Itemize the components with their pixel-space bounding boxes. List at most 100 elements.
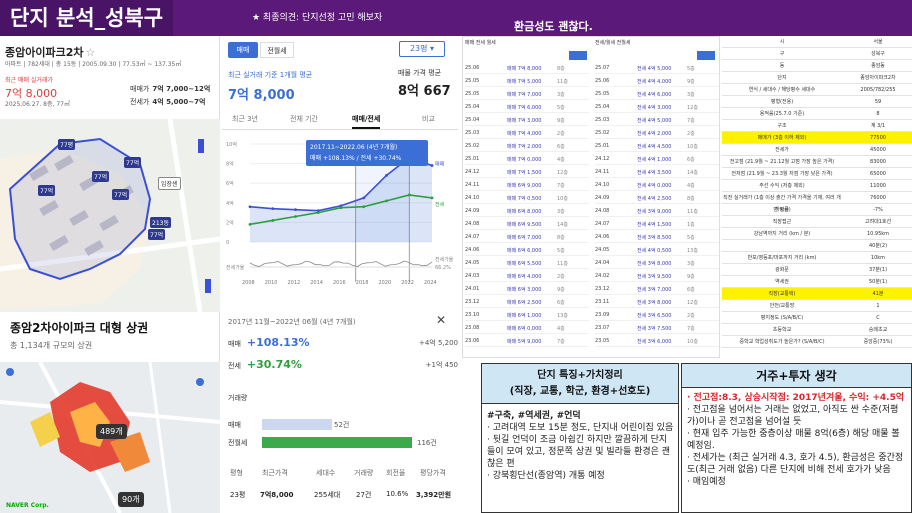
transaction-row[interactable]: 23.08 매매 6억 0,000 4층 <box>465 325 589 334</box>
transaction-row[interactable]: 25.02 전세 4억 2,000 2층 <box>595 130 719 139</box>
transaction-floor: 4층 <box>687 183 695 189</box>
tab-sale-jeonse[interactable]: 매매/전세 <box>352 114 381 129</box>
transaction-row[interactable]: 25.04 매매 7억 3,000 9층 <box>465 117 589 126</box>
transaction-price: 매매 6억 9,500 <box>507 222 542 228</box>
transaction-row[interactable]: 24.02 전세 3억 9,500 9층 <box>595 273 719 282</box>
transaction-row[interactable]: 24.05 전세 4억 0,500 13층 <box>595 247 719 256</box>
map-label[interactable]: 77억 <box>38 185 56 196</box>
transaction-row[interactable]: 25.03 전세 4억 5,000 7층 <box>595 117 719 126</box>
map-label[interactable]: 77억 <box>112 189 130 200</box>
transaction-date: 24.05 <box>595 247 610 253</box>
map-label[interactable]: 213동 <box>150 217 171 228</box>
transaction-row[interactable]: 24.08 전세 3억 9,000 11층 <box>595 208 719 217</box>
transaction-date: 23.07 <box>595 325 610 331</box>
transaction-row[interactable]: 24.06 전세 3억 8,500 5층 <box>595 234 719 243</box>
transaction-row[interactable]: 24.12 매매 7억 1,500 12층 <box>465 169 589 178</box>
transaction-row[interactable]: 25.06 전세 4억 4,000 9층 <box>595 78 719 87</box>
transaction-floor: 13층 <box>687 248 698 254</box>
transaction-row[interactable]: 23.06 매매 5억 9,000 7층 <box>465 338 589 347</box>
transaction-row[interactable]: 25.01 매매 7억 0,000 4층 <box>465 156 589 165</box>
transaction-row[interactable]: 23.11 전세 3억 8,000 12층 <box>595 299 719 308</box>
transaction-row[interactable]: 24.12 전세 4억 1,000 6층 <box>595 156 719 165</box>
transaction-row[interactable]: 24.07 전세 4억 1,500 1층 <box>595 221 719 230</box>
transaction-price: 전세 4억 1,500 <box>637 222 672 228</box>
transaction-date: 25.06 <box>465 65 480 71</box>
transaction-row[interactable]: 24.09 전세 4억 2,500 8층 <box>595 195 719 204</box>
transaction-row[interactable]: 24.05 매매 6억 5,500 11층 <box>465 260 589 269</box>
tab-recent-3y[interactable]: 최근 3년 <box>232 114 258 124</box>
vol-jeonse-label: 전월세 <box>228 439 248 447</box>
tab-compare[interactable]: 비교 <box>422 114 435 124</box>
transaction-row[interactable]: 25.05 전세 4억 6,000 3층 <box>595 91 719 100</box>
transaction-date: 24.02 <box>595 273 610 279</box>
transaction-row[interactable]: 25.01 전세 4억 4,500 10층 <box>595 143 719 152</box>
size-select[interactable]: 23평 ▾ <box>399 41 445 57</box>
tab-sale[interactable]: 매매 <box>228 42 258 58</box>
transaction-floor: 8층 <box>687 196 695 202</box>
ratio-value: 66.2% <box>435 265 451 271</box>
jeonse-point <box>294 215 297 218</box>
transaction-row[interactable]: 24.06 매매 6억 6,000 5층 <box>465 247 589 256</box>
map-label[interactable]: 77억 <box>124 157 142 168</box>
commercial-map[interactable]: 489개 90개 NAVER Corp. <box>0 362 220 513</box>
map-label[interactable]: 77억 <box>148 229 166 240</box>
transaction-row[interactable]: 24.08 매매 6억 9,500 14층 <box>465 221 589 230</box>
transaction-row[interactable]: 25.06 매매 7억 8,000 8층 <box>465 65 589 74</box>
top-banner: 단지 분석_성북구 ★ 최종의견: 단지선정 고민 해보자 환금성도 괜찮다. <box>0 0 912 36</box>
transaction-row[interactable]: 24.09 매매 6억 8,000 3층 <box>465 208 589 217</box>
spec-key: 역세권 <box>775 279 789 285</box>
spec-value: 40분(2) <box>868 243 888 249</box>
transaction-price: 전세 3억 7,500 <box>637 326 672 332</box>
transaction-row[interactable]: 24.07 매매 6억 7,000 8층 <box>465 234 589 243</box>
transaction-row[interactable]: 23.07 전세 3억 7,500 7층 <box>595 325 719 334</box>
complex-map[interactable]: 77평 77억 77억 77억 77억 213동 77억 임장센 <box>0 119 220 312</box>
close-icon[interactable]: ✕ <box>436 313 446 327</box>
map-label[interactable]: 77평 <box>58 139 76 150</box>
spec-value: 2005/782/255 <box>860 87 896 93</box>
transaction-row[interactable]: 23.09 전세 3억 6,500 2층 <box>595 312 719 321</box>
transaction-row[interactable]: 23.10 매매 6억 1,000 13층 <box>465 312 589 321</box>
transaction-date: 25.07 <box>595 65 610 71</box>
tab-jeonse[interactable]: 전월세 <box>260 42 294 58</box>
transaction-floor: 6층 <box>557 144 565 150</box>
transaction-row[interactable]: 24.01 매매 6억 3,000 9층 <box>465 286 589 295</box>
transaction-row[interactable]: 25.07 전세 4억 5,000 5층 <box>595 65 719 74</box>
transaction-row[interactable]: 25.05 매매 7억 5,000 11층 <box>465 78 589 87</box>
transaction-row[interactable]: 25.04 전세 4억 3,000 12층 <box>595 104 719 113</box>
spec-row: 동 종암동 <box>722 60 912 72</box>
transaction-floor: 12층 <box>687 300 698 306</box>
favorite-star-icon[interactable]: ☆ <box>86 46 96 59</box>
spec-value: 중앙중(73%) <box>863 339 893 345</box>
tab-all-period[interactable]: 전체 기간 <box>290 114 318 124</box>
store-cluster[interactable]: 489개 <box>96 424 127 439</box>
transaction-row[interactable]: 24.11 매매 6억 9,000 7층 <box>465 182 589 191</box>
transaction-row[interactable]: 25.02 매매 7억 2,000 6층 <box>465 143 589 152</box>
transaction-row[interactable]: 24.10 매매 7억 0,500 10층 <box>465 195 589 204</box>
transaction-row[interactable]: 24.04 전세 3억 8,000 3층 <box>595 260 719 269</box>
transaction-row[interactable]: 25.05 매매 7억 7,000 3층 <box>465 91 589 100</box>
map-label[interactable]: 임장센 <box>158 177 181 190</box>
sale-area <box>250 157 432 242</box>
spec-row: 평지정도 (S/A/B/C) C <box>722 312 912 324</box>
transaction-row[interactable]: 23.12 전세 3억 7,000 6층 <box>595 286 719 295</box>
store-cluster[interactable]: 90개 <box>118 492 144 507</box>
transaction-row[interactable]: 23.05 전세 3억 6,000 10층 <box>595 338 719 347</box>
spec-value: 76000 <box>870 195 886 201</box>
jeonse-filter-button[interactable] <box>697 51 715 60</box>
spec-key: 구 <box>779 51 785 57</box>
transaction-row[interactable]: 25.04 매매 7억 6,000 5층 <box>465 104 589 113</box>
spec-row: 반포/영등포/마포까지 거리 (km) 10km <box>722 252 912 264</box>
sale-rise-label: 매매 <box>228 340 241 348</box>
jeonse-rise-row: 전세 +30.74% +1억 450 <box>228 358 458 374</box>
transaction-row[interactable]: 24.03 매매 6억 4,000 2층 <box>465 273 589 282</box>
map-label[interactable]: 77억 <box>92 171 110 182</box>
stat-header: 회전율 <box>386 469 406 477</box>
sale-filter-button[interactable] <box>569 51 587 60</box>
transaction-date: 24.09 <box>595 195 610 201</box>
transaction-row[interactable]: 25.03 매매 7억 4,000 2층 <box>465 130 589 139</box>
transaction-row[interactable]: 23.12 매매 6억 2,500 6층 <box>465 299 589 308</box>
transaction-row[interactable]: 24.11 전세 4억 3,500 14층 <box>595 169 719 178</box>
transaction-row[interactable]: 24.10 전세 4억 0,000 4층 <box>595 182 719 191</box>
stat-value: 27건 <box>356 491 372 499</box>
transaction-date: 24.08 <box>595 208 610 214</box>
